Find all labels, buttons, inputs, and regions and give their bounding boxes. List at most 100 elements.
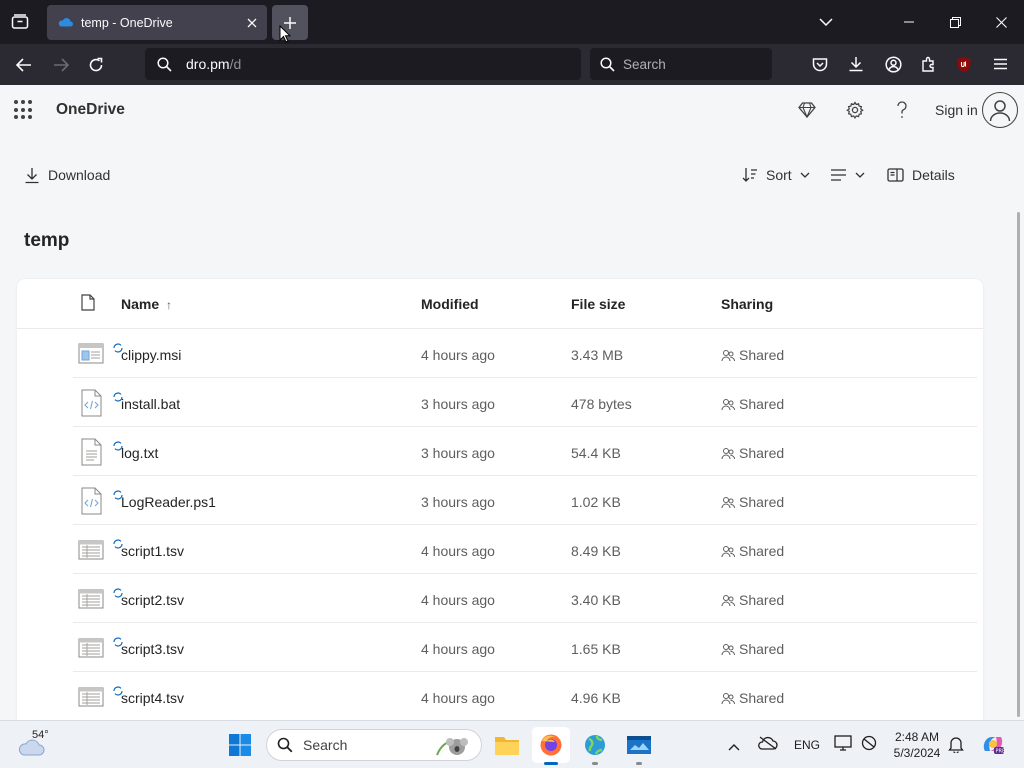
file-size: 3.40 KB — [571, 592, 621, 608]
view-options-button[interactable] — [830, 160, 865, 190]
account-icon[interactable] — [881, 53, 905, 75]
column-header-file-size[interactable]: File size — [571, 296, 625, 312]
table-row[interactable]: script4.tsv 4 hours ago 4.96 KB Shared — [73, 672, 977, 721]
start-button[interactable] — [226, 731, 254, 759]
column-header-sharing[interactable]: Sharing — [721, 296, 773, 312]
copilot-icon[interactable]: PRE — [980, 731, 1006, 762]
back-arrow-icon[interactable] — [12, 54, 36, 76]
extensions-icon[interactable] — [917, 53, 941, 75]
table-row[interactable]: install.bat 3 hours ago 478 bytes Shared — [73, 378, 977, 427]
help-question-icon[interactable] — [889, 97, 915, 123]
reload-icon[interactable] — [84, 54, 108, 76]
file-name[interactable]: install.bat — [121, 396, 180, 412]
minimize-icon — [904, 21, 914, 23]
settings-gear-icon[interactable] — [842, 97, 868, 123]
table-row[interactable]: log.txt 3 hours ago 54.4 KB Shared — [73, 427, 977, 476]
close-icon — [995, 16, 1007, 28]
file-sharing-status[interactable]: Shared — [721, 543, 784, 559]
menu-icon[interactable] — [988, 53, 1012, 75]
sharing-label: Shared — [739, 396, 785, 412]
taskbar-app-window[interactable] — [620, 727, 658, 765]
weather-widget[interactable]: 54° — [16, 729, 56, 761]
tab-title: temp - OneDrive — [81, 15, 173, 30]
browser-tab-bar: temp - OneDrive — [0, 0, 1024, 44]
table-row[interactable]: script3.tsv 4 hours ago 1.65 KB Shared — [73, 623, 977, 672]
code-file-icon — [77, 389, 105, 417]
page-scrollbar[interactable] — [1017, 212, 1020, 717]
file-sharing-status[interactable]: Shared — [721, 347, 784, 363]
app-launcher-icon[interactable] — [14, 100, 34, 120]
active-app-indicator — [544, 762, 558, 765]
file-modified: 4 hours ago — [421, 641, 495, 657]
file-size: 8.49 KB — [571, 543, 621, 559]
details-button[interactable]: Details — [887, 160, 955, 190]
table-row[interactable]: script1.tsv 4 hours ago 8.49 KB Shared — [73, 525, 977, 574]
taskbar-search-box[interactable]: Search — [266, 729, 482, 761]
tab-overview-icon[interactable] — [8, 11, 32, 33]
file-sharing-status[interactable]: Shared — [721, 396, 784, 412]
forward-arrow-icon[interactable] — [49, 54, 73, 76]
browser-tab-onedrive[interactable]: temp - OneDrive — [47, 5, 267, 40]
column-header-modified[interactable]: Modified — [421, 296, 479, 312]
file-name[interactable]: LogReader.ps1 — [121, 494, 216, 510]
table-row[interactable]: LogReader.ps1 3 hours ago 1.02 KB Shared — [73, 476, 977, 525]
file-sharing-status[interactable]: Shared — [721, 445, 784, 461]
download-label: Download — [48, 167, 111, 183]
chevron-down-icon — [855, 172, 865, 178]
table-row[interactable]: script2.tsv 4 hours ago 3.40 KB Shared — [73, 574, 977, 623]
file-sharing-status[interactable]: Shared — [721, 690, 784, 706]
taskbar-file-explorer[interactable] — [488, 727, 526, 763]
people-icon — [721, 594, 735, 606]
address-bar[interactable]: dro.pm/d — [145, 48, 581, 80]
url-path: /d — [229, 56, 242, 72]
file-name[interactable]: log.txt — [121, 445, 158, 461]
table-row[interactable]: clippy.msi 4 hours ago 3.43 MB Shared — [73, 329, 977, 378]
file-type-column-icon[interactable] — [81, 294, 95, 314]
file-name[interactable]: script4.tsv — [121, 690, 184, 706]
input-language[interactable]: ENG — [794, 738, 820, 752]
file-sharing-status[interactable]: Shared — [721, 494, 784, 510]
app-header: OneDrive Sign in — [0, 85, 1024, 135]
browser-search-box[interactable]: Search — [590, 48, 772, 80]
notification-bell-icon[interactable] — [948, 735, 964, 758]
sort-ascending-icon: ↑ — [166, 298, 173, 312]
taskbar-firefox[interactable] — [532, 727, 570, 765]
system-clock[interactable]: 2:48 AM 5/3/2024 — [880, 729, 954, 761]
minimize-window-button[interactable] — [886, 0, 932, 44]
file-name[interactable]: script1.tsv — [121, 543, 184, 559]
sort-button[interactable]: Sort — [742, 160, 810, 190]
column-header-name-label: Name — [121, 296, 160, 312]
people-icon — [721, 496, 735, 508]
file-name[interactable]: clippy.msi — [121, 347, 181, 363]
pocket-icon[interactable] — [808, 53, 832, 75]
downloads-icon[interactable] — [844, 53, 868, 75]
file-name[interactable]: script3.tsv — [121, 641, 184, 657]
globe-app-icon — [585, 735, 605, 755]
list-all-tabs-icon[interactable] — [814, 12, 838, 32]
file-modified: 4 hours ago — [421, 690, 495, 706]
ublock-origin-icon[interactable] — [952, 53, 976, 75]
app-name[interactable]: OneDrive — [56, 101, 125, 119]
close-window-button[interactable] — [978, 0, 1024, 44]
avatar[interactable] — [982, 92, 1018, 128]
sign-in-link[interactable]: Sign in — [935, 102, 978, 118]
file-sharing-status[interactable]: Shared — [721, 592, 784, 608]
restore-window-button[interactable] — [932, 0, 978, 44]
display-icon[interactable] — [834, 735, 852, 756]
sharing-label: Shared — [739, 592, 785, 608]
taskbar-app-globe[interactable] — [576, 727, 614, 765]
diamond-premium-icon[interactable] — [794, 97, 820, 123]
column-header-name[interactable]: Name ↑ — [121, 296, 172, 312]
file-list: Name ↑ Modified File size Sharing clippy… — [17, 279, 983, 739]
show-hidden-icons-icon[interactable] — [728, 738, 740, 756]
network-status-icon[interactable] — [860, 735, 878, 756]
file-modified: 3 hours ago — [421, 445, 495, 461]
file-name[interactable]: script2.tsv — [121, 592, 184, 608]
download-button[interactable]: Download — [24, 160, 110, 190]
restore-icon — [949, 16, 961, 28]
no-network-cloud-icon[interactable] — [758, 735, 778, 756]
file-sharing-status[interactable]: Shared — [721, 641, 784, 657]
people-icon — [721, 398, 735, 410]
file-modified: 3 hours ago — [421, 494, 495, 510]
close-tab-icon[interactable] — [247, 18, 257, 28]
